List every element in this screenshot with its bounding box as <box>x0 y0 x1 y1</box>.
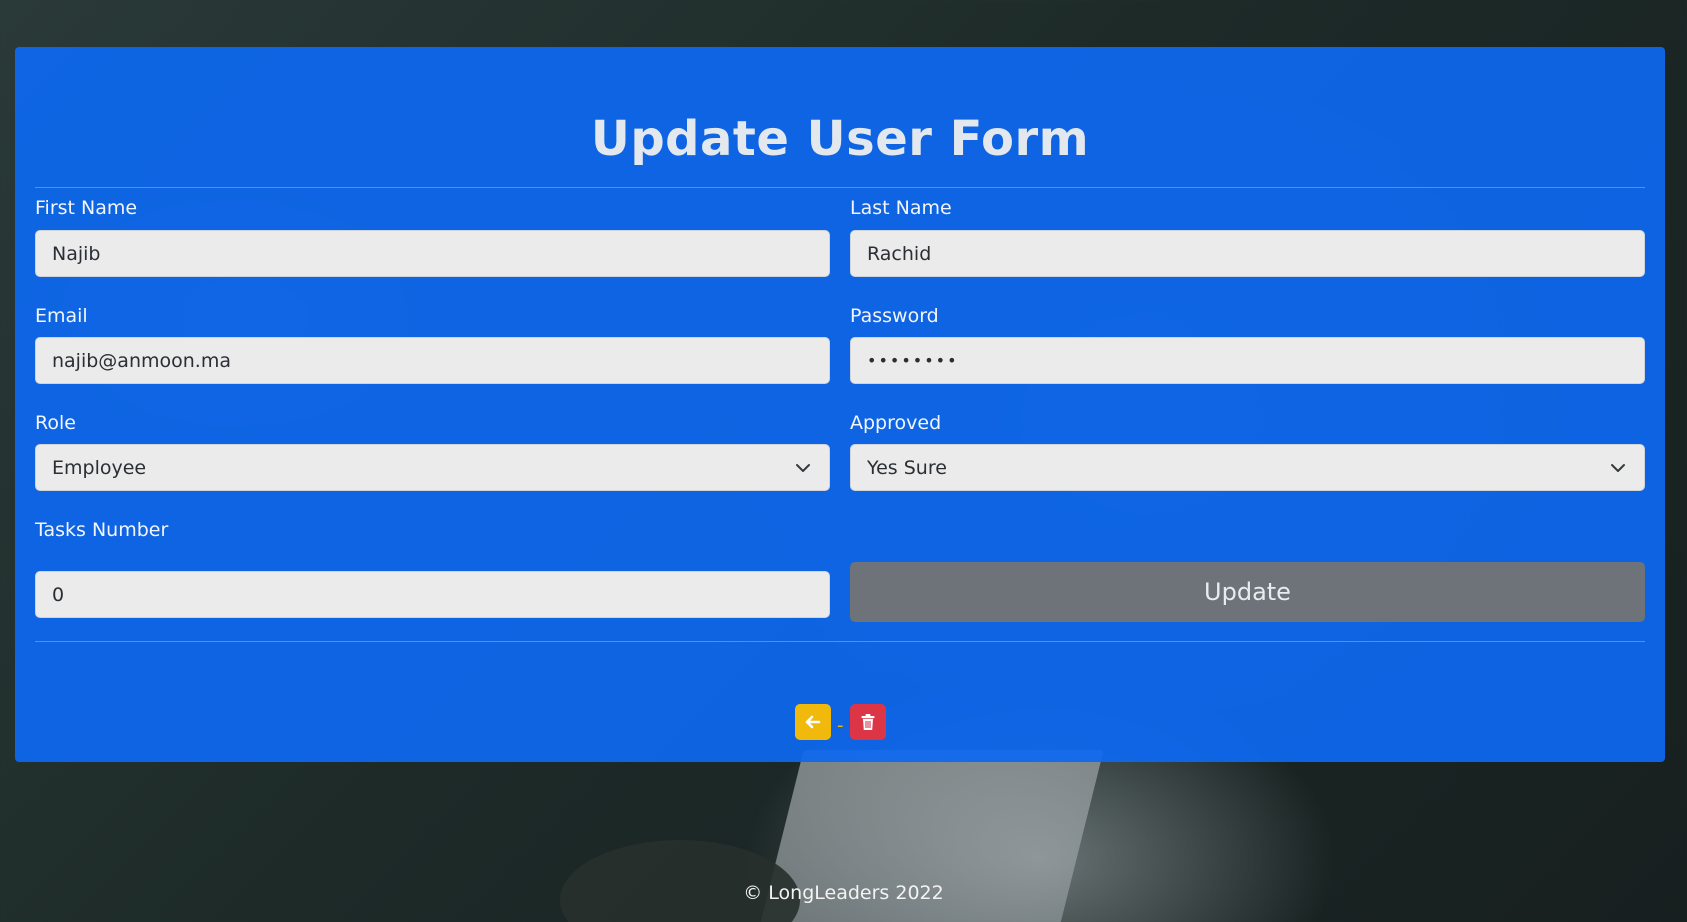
first-name-input[interactable]: Najib <box>35 230 830 277</box>
approved-select-value: Yes Sure <box>867 456 947 479</box>
background-hand <box>560 840 800 922</box>
trash-icon <box>861 714 874 730</box>
last-name-input[interactable]: Rachid <box>850 230 1645 277</box>
password-input[interactable]: •••••••• <box>850 337 1645 384</box>
email-input[interactable]: najib@anmoon.ma <box>35 337 830 384</box>
action-separator: - <box>837 714 844 736</box>
divider-top <box>35 187 1645 188</box>
page-title: Update User Form <box>590 111 1090 167</box>
approved-select[interactable]: Yes Sure <box>850 444 1645 491</box>
chevron-down-icon <box>796 464 810 472</box>
footer-copyright: © LongLeaders 2022 <box>743 882 944 904</box>
chevron-down-icon <box>1611 464 1625 472</box>
email-label: Email <box>35 305 88 327</box>
last-name-label: Last Name <box>850 197 952 219</box>
delete-button[interactable] <box>849 704 886 740</box>
action-buttons: - <box>795 704 886 740</box>
role-select-value: Employee <box>52 456 147 479</box>
role-select[interactable]: Employee <box>35 444 830 491</box>
arrow-left-icon <box>805 715 821 729</box>
divider-bottom <box>35 641 1645 642</box>
back-button[interactable] <box>795 704 831 740</box>
approved-label: Approved <box>850 412 942 434</box>
update-button[interactable]: Update <box>850 562 1645 622</box>
update-user-card: Update User Form First Name Najib Last N… <box>15 47 1665 762</box>
tasks-number-input[interactable]: 0 <box>35 571 830 618</box>
tasks-number-label: Tasks Number <box>35 519 169 541</box>
password-label: Password <box>850 305 939 327</box>
first-name-label: First Name <box>35 197 138 219</box>
role-label: Role <box>35 412 76 434</box>
